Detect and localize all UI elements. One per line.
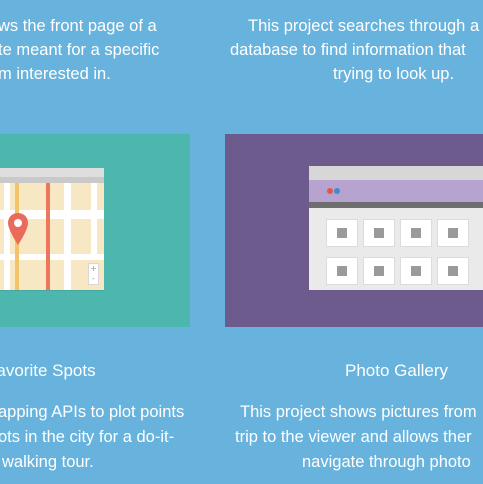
image-thumbnail-icon (438, 258, 468, 284)
image-thumbnail-icon (401, 258, 431, 284)
image-thumbnail-icon (327, 258, 357, 284)
map-road (64, 183, 71, 290)
project-description-line: database to find information that (230, 41, 466, 59)
map-road (91, 183, 97, 258)
gallery-browser-mockup (309, 166, 483, 290)
map-zoom-control: + - (88, 263, 99, 285)
image-thumbnail-icon (401, 220, 431, 246)
browser-titlebar (309, 166, 483, 180)
project-title[interactable]: Photo Gallery (345, 359, 448, 383)
project-description-line: This project searches through a (248, 17, 480, 35)
project-description-line: m interested in. (0, 65, 111, 83)
project-description-line: navigate through photo (302, 453, 471, 471)
favorite-spots-thumbnail[interactable]: + - (0, 134, 190, 327)
project-description-line: apping APIs to plot points (0, 403, 185, 421)
project-description-line: trip to the viewer and allows ther (235, 428, 472, 446)
flickr-logo (321, 188, 351, 196)
zoom-in-icon: + (90, 264, 97, 273)
logo-dot-blue (334, 188, 340, 194)
image-thumbnail-icon (438, 220, 468, 246)
map-street-red (46, 183, 50, 290)
image-thumbnail-icon (327, 220, 357, 246)
photo-gallery-thumbnail[interactable] (225, 134, 483, 327)
project-description-line: walking tour. (2, 453, 94, 471)
project-description-line: te meant for a specific (0, 41, 160, 59)
logo-dot-red (327, 188, 333, 194)
browser-titlebar (0, 168, 104, 177)
project-title[interactable]: Favorite Spots (0, 359, 96, 383)
image-thumbnail-icon (364, 258, 394, 284)
gallery-nav-strip (309, 202, 483, 208)
project-description-line: This project shows pictures from (240, 403, 477, 421)
project-description-line: trying to look up. (333, 65, 455, 83)
image-thumbnail-icon (364, 220, 394, 246)
map-pin-icon (8, 213, 28, 245)
zoom-out-icon: - (92, 274, 95, 283)
project-description-line: ws the front page of a (0, 17, 157, 35)
project-description-line: ots in the city for a do-it- (0, 428, 175, 446)
